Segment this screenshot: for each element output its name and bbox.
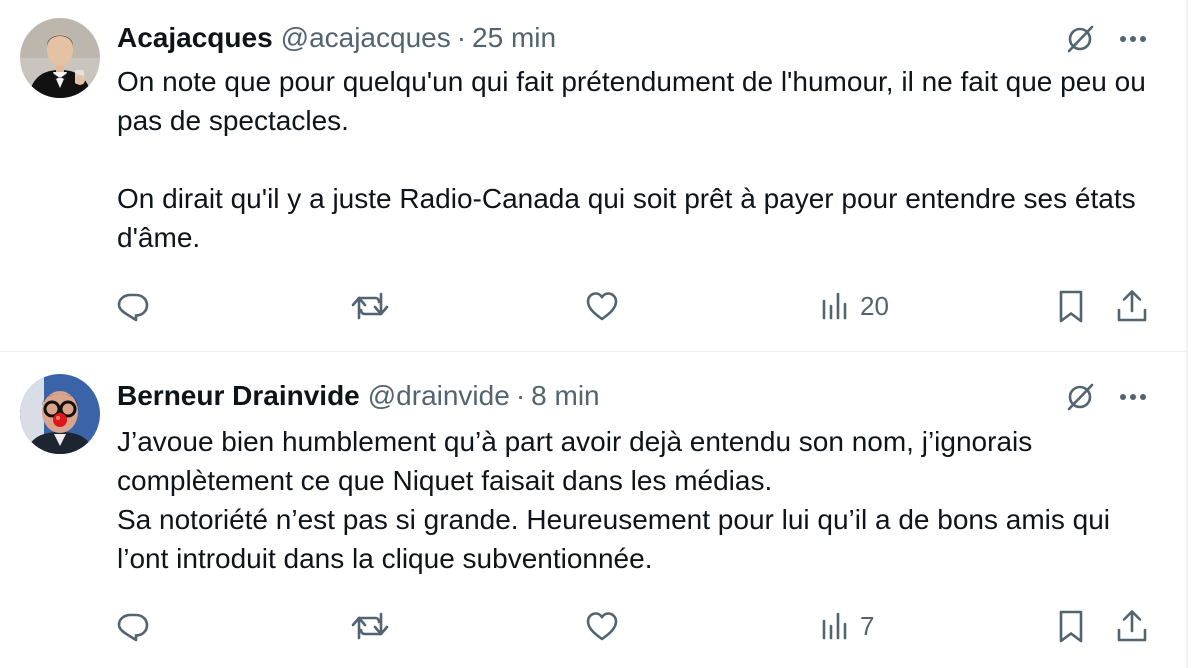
bookmark-icon	[1059, 290, 1083, 323]
bookmark-icon	[1059, 610, 1083, 643]
more-icon[interactable]	[1113, 377, 1153, 417]
more-icon[interactable]	[1113, 19, 1153, 59]
tweet-header: Berneur Drainvide @drainvide · 8 min	[117, 378, 600, 414]
like-button[interactable]	[584, 286, 620, 326]
display-name[interactable]: Berneur Drainvide	[117, 380, 360, 412]
grok-icon[interactable]	[1060, 377, 1100, 417]
column-border	[1186, 0, 1188, 668]
tweet-actions: 7	[0, 606, 1188, 646]
tweet-feed: Acajacques @acajacques · 25 min On note …	[0, 0, 1200, 668]
views-bar-chart-icon	[822, 612, 847, 640]
views-bar-chart-icon	[822, 292, 847, 320]
timestamp[interactable]: 8 min	[531, 380, 599, 412]
bookmark-button[interactable]	[1054, 286, 1088, 326]
heart-icon	[586, 292, 618, 321]
separator-dot: ·	[515, 380, 526, 411]
views-button[interactable]: 20	[820, 286, 889, 326]
reply-button[interactable]	[115, 606, 151, 646]
reply-icon	[117, 293, 149, 322]
timestamp[interactable]: 25 min	[472, 22, 556, 54]
tweet-actions: 20	[0, 286, 1188, 326]
reply-icon	[117, 613, 149, 642]
display-name[interactable]: Acajacques	[117, 22, 273, 54]
tweet-paragraph: On note que pour quelqu'un qui fait prét…	[117, 66, 1146, 136]
share-button[interactable]	[1114, 606, 1150, 646]
user-handle[interactable]: @drainvide	[368, 380, 510, 412]
share-icon	[1117, 610, 1147, 642]
share-button[interactable]	[1114, 286, 1150, 326]
bookmark-button[interactable]	[1054, 606, 1088, 646]
share-icon	[1117, 290, 1147, 322]
tweet-text: J’avoue bien humblement qu’à part avoir …	[117, 422, 1147, 578]
views-button[interactable]: 7	[820, 606, 874, 646]
tweet[interactable]: Acajacques @acajacques · 25 min On note …	[0, 0, 1188, 352]
avatar[interactable]	[20, 18, 100, 98]
retweet-button[interactable]	[350, 606, 390, 646]
tweet-paragraph: J’avoue bien humblement qu’à part avoir …	[117, 426, 1033, 496]
tweet-paragraph: Sa notoriété n’est pas si grande. Heureu…	[117, 504, 1111, 574]
heart-icon	[586, 612, 618, 641]
views-count: 7	[860, 610, 875, 641]
avatar-image	[20, 18, 100, 98]
retweet-button[interactable]	[350, 286, 390, 326]
tweet-text: On note que pour quelqu'un qui fait prét…	[117, 62, 1147, 257]
tweet-paragraph: On dirait qu'il y a juste Radio-Canada q…	[117, 183, 1136, 253]
user-handle[interactable]: @acajacques	[281, 22, 451, 54]
retweet-icon	[351, 612, 389, 640]
retweet-icon	[351, 292, 389, 320]
reply-button[interactable]	[115, 286, 151, 326]
views-count: 20	[860, 290, 889, 321]
avatar[interactable]	[20, 374, 100, 454]
tweet-header: Acajacques @acajacques · 25 min	[117, 20, 556, 56]
avatar-image	[20, 374, 100, 454]
tweet[interactable]: Berneur Drainvide @drainvide · 8 min J’a…	[0, 352, 1188, 668]
separator-dot: ·	[456, 22, 467, 53]
like-button[interactable]	[584, 606, 620, 646]
grok-icon[interactable]	[1060, 19, 1100, 59]
